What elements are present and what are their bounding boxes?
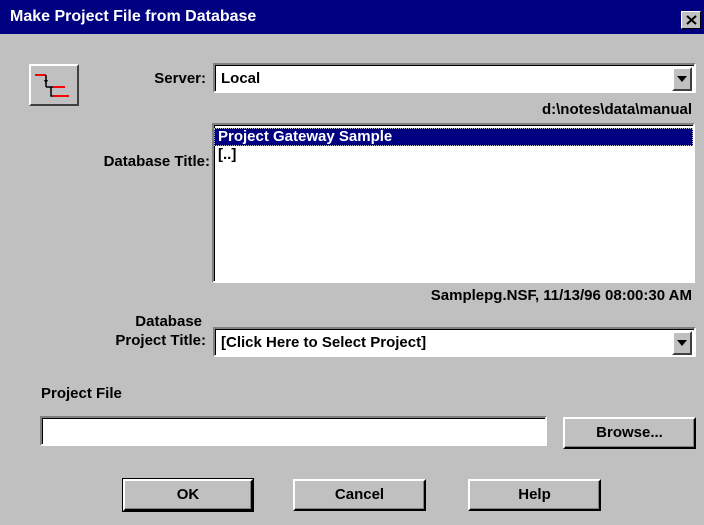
database-listbox[interactable]: Project Gateway Sample [..]: [212, 123, 695, 283]
database-info: Samplepg.NSF, 11/13/96 08:00:30 AM: [430, 287, 692, 304]
project-title-label-line2: Project Title:: [115, 332, 206, 349]
gantt-icon: [35, 74, 69, 97]
make-project-file-dialog: Make Project File from Database Server: …: [0, 0, 704, 525]
server-label: Server:: [154, 70, 206, 87]
project-title-label-line1: Database: [135, 313, 202, 330]
cancel-button[interactable]: Cancel: [293, 479, 426, 511]
project-title-dropdown[interactable]: [Click Here to Select Project]: [213, 327, 696, 357]
list-item[interactable]: Project Gateway Sample: [214, 128, 693, 146]
server-dropdown[interactable]: Local: [213, 63, 696, 93]
chevron-down-icon: [677, 76, 687, 82]
browse-button[interactable]: Browse...: [563, 417, 696, 449]
project-title-value: [Click Here to Select Project]: [221, 334, 427, 351]
chevron-down-icon: [677, 340, 687, 346]
project-file-input[interactable]: [40, 416, 547, 446]
project-file-label: Project File: [41, 385, 122, 402]
list-item[interactable]: [..]: [214, 146, 693, 164]
close-button[interactable]: [681, 11, 701, 29]
ok-button[interactable]: OK: [122, 478, 254, 512]
server-value: Local: [221, 70, 261, 87]
window-title: Make Project File from Database: [10, 8, 257, 25]
project-database-icon: [29, 64, 79, 106]
server-path: d:\notes\data\manual: [541, 101, 692, 118]
close-icon: [686, 15, 697, 25]
help-button[interactable]: Help: [468, 479, 601, 511]
database-title-label: Database Title:: [103, 153, 210, 170]
title-bar: Make Project File from Database: [0, 0, 704, 34]
project-title-dropdown-button[interactable]: [672, 331, 692, 355]
server-dropdown-button[interactable]: [672, 67, 692, 91]
